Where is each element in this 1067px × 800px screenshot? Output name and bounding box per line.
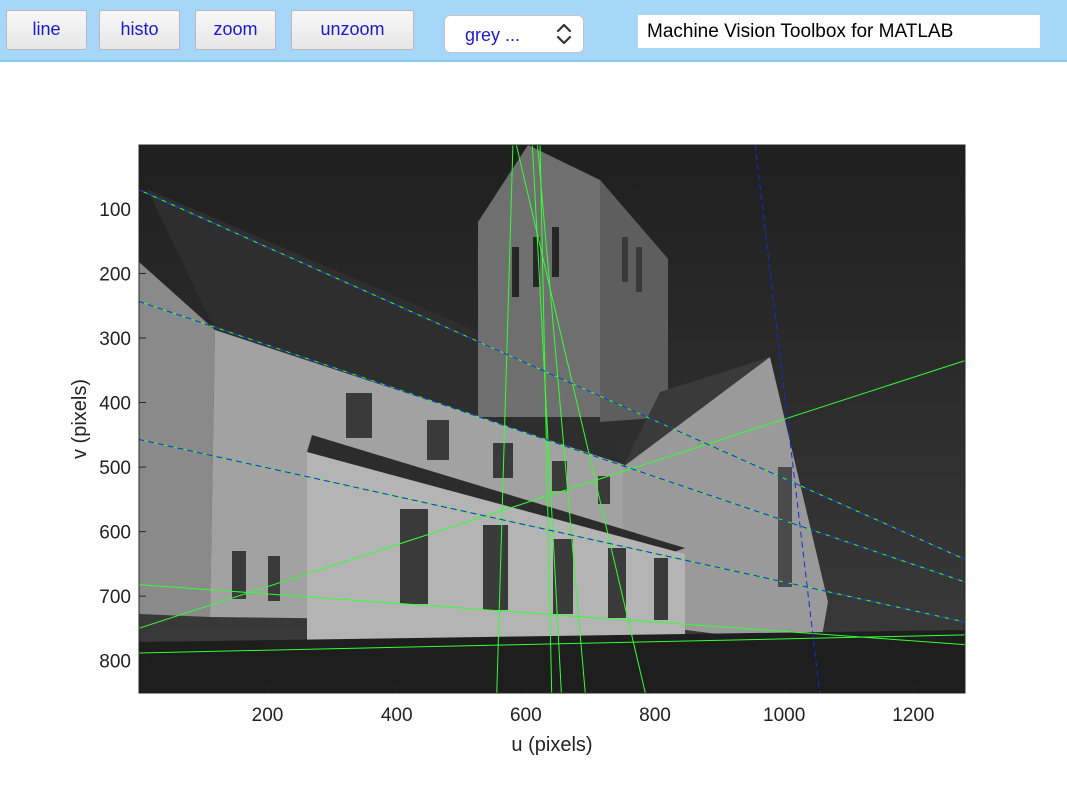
colormap-dropdown[interactable]: grey ... <box>444 15 584 53</box>
unzoom-button[interactable]: unzoom <box>291 10 414 50</box>
colormap-value: grey ... <box>465 25 521 45</box>
x-tick-label: 800 <box>639 705 671 726</box>
figure-canvas: 200 400 600 800 1000 1200 100 200 300 400 500 600 7… <box>69 144 966 756</box>
y-tick-label: 400 <box>99 394 131 415</box>
x-tick-label: 1000 <box>763 705 805 726</box>
y-tick-label: 100 <box>99 200 131 221</box>
y-tick-label: 700 <box>99 587 131 608</box>
x-tick-label: 200 <box>252 705 284 726</box>
x-tick-label: 400 <box>381 705 413 726</box>
chevron-up-down-icon <box>556 23 572 45</box>
title-textbox[interactable]: Machine Vision Toolbox for MATLAB <box>638 15 1040 48</box>
y-tick-label: 200 <box>99 264 131 285</box>
line-button[interactable]: line <box>6 10 87 50</box>
y-tick-label: 800 <box>99 652 131 673</box>
y-axis-label: v (pixels) <box>69 379 91 459</box>
zoom-button[interactable]: zoom <box>195 10 276 50</box>
church-image[interactable] <box>139 145 965 693</box>
histo-button[interactable]: histo <box>99 10 180 50</box>
y-tick-label: 300 <box>99 329 131 350</box>
toolbar: line histo zoom unzoom grey ... Machine … <box>0 0 1067 62</box>
y-tick-label: 500 <box>99 458 131 479</box>
x-tick-label: 1200 <box>892 705 934 726</box>
y-tick-label: 600 <box>99 523 131 544</box>
x-axis-label: u (pixels) <box>511 734 592 756</box>
x-tick-label: 600 <box>510 705 542 726</box>
